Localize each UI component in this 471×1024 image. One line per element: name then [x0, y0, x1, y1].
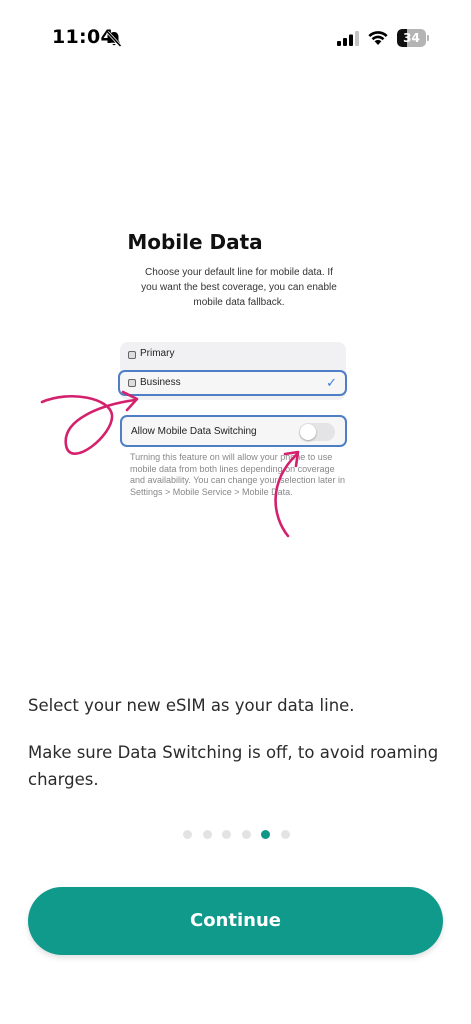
line-label: Primary [140, 348, 175, 359]
page-dot [202, 830, 212, 839]
mobile-data-illustration: Mobile Data Choose your default line for… [40, 220, 360, 540]
checkmark-icon: ✓ [326, 375, 337, 390]
data-line-list: Primary Business ✓ [118, 342, 347, 400]
battery-level: 34 [403, 31, 420, 45]
status-bar: 11:04 34 [0, 0, 471, 60]
data-switching-toggle [299, 423, 335, 441]
page-dot [222, 830, 231, 839]
sim-icon [128, 379, 136, 387]
page-dot [241, 830, 251, 839]
bell-slash-icon [106, 30, 122, 48]
page-dot-active [261, 830, 270, 839]
wifi-icon [368, 31, 388, 45]
instruction-data-switching: Make sure Data Switching is off, to avoi… [28, 743, 439, 789]
battery-icon: 34 [397, 29, 429, 47]
continue-button[interactable]: Continue [28, 887, 443, 955]
line-label: Business [140, 377, 181, 388]
illustration-description: Choose your default line for mobile data… [141, 267, 337, 308]
page-dot [183, 830, 192, 839]
switch-description: Turning this feature on will allow your … [130, 452, 345, 497]
switch-label: Allow Mobile Data Switching [131, 426, 257, 437]
sim-icon [128, 351, 136, 359]
line-option-business: Business ✓ [118, 370, 347, 396]
toggle-knob [300, 424, 316, 440]
page-dot [280, 830, 290, 839]
data-switching-row: Allow Mobile Data Switching [120, 415, 347, 447]
illustration-title: Mobile Data [127, 230, 263, 254]
page-indicator [183, 829, 293, 841]
cellular-signal-icon [337, 31, 359, 46]
line-option-primary: Primary [120, 342, 346, 368]
instruction-select-esim: Select your new eSIM as your data line. [28, 696, 355, 715]
